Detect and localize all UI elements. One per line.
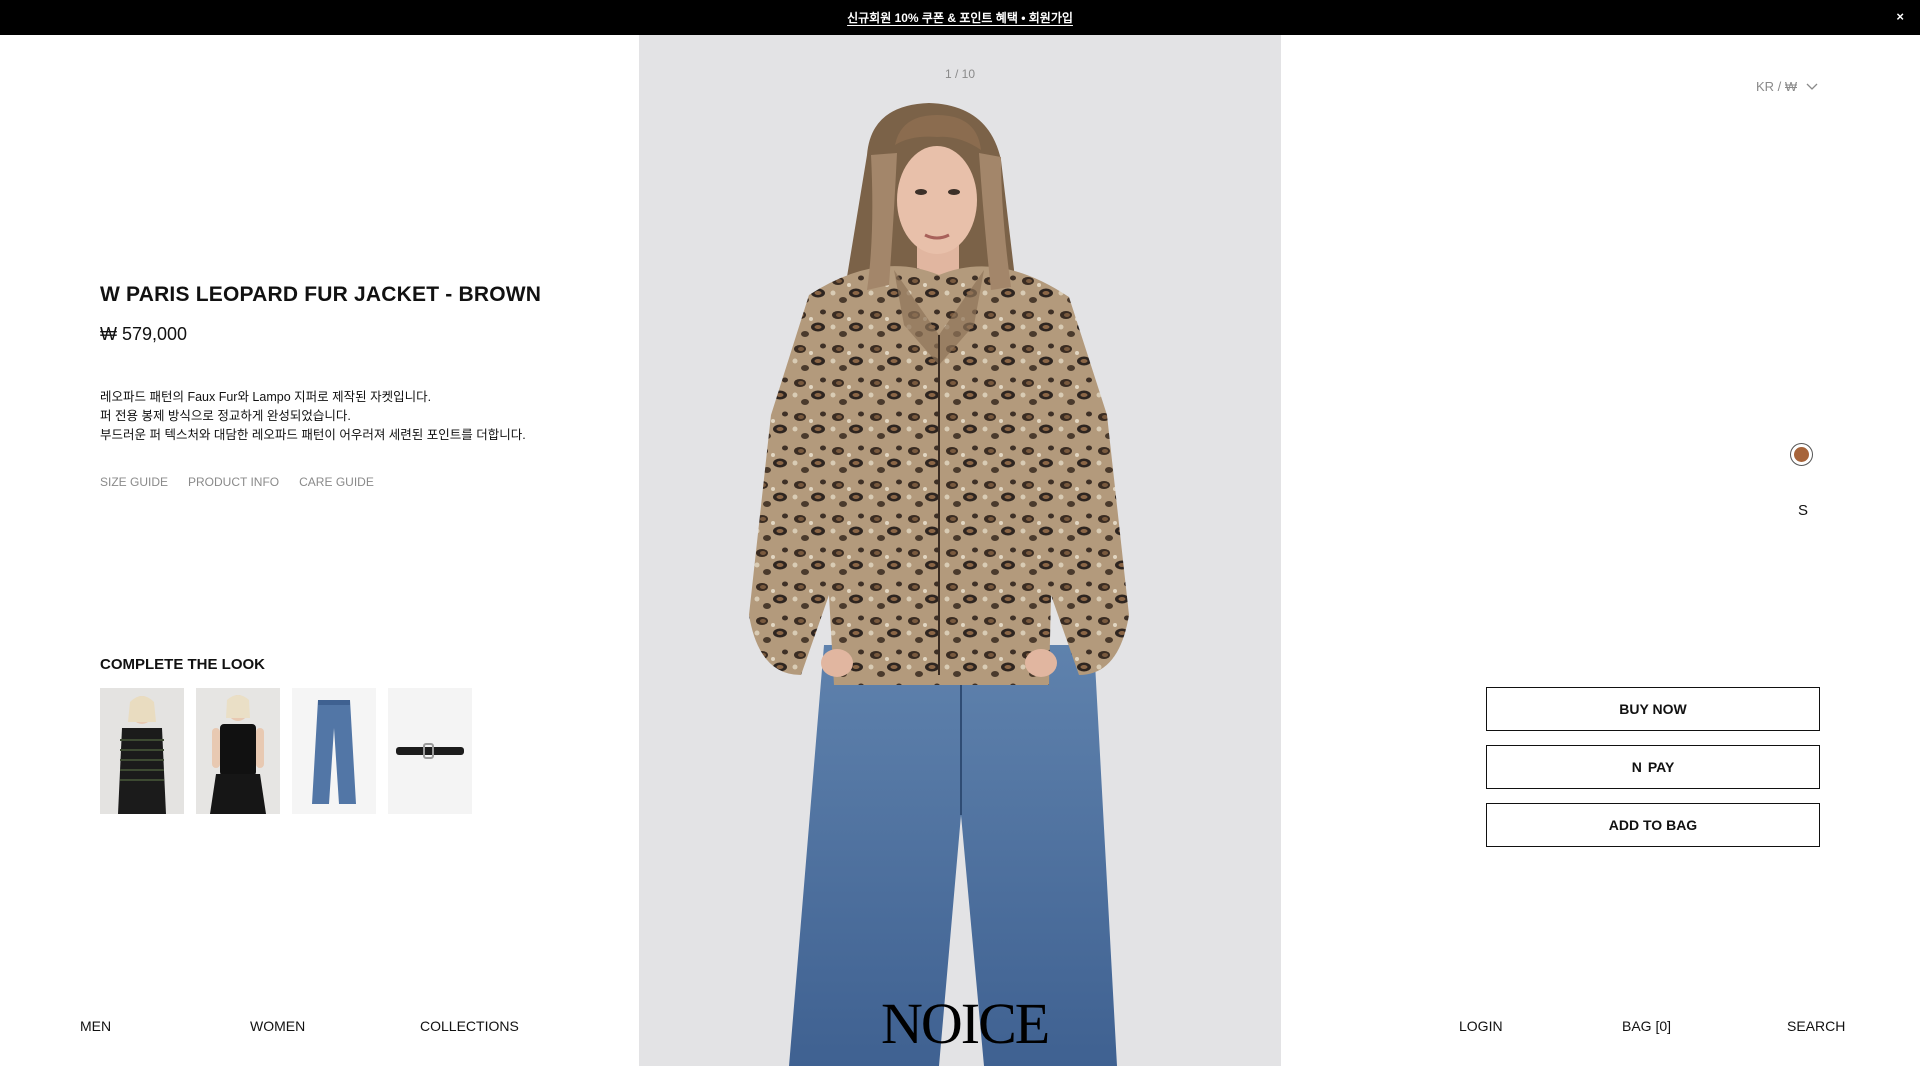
size-guide-link[interactable]: SIZE GUIDE [100,475,168,489]
announcement-bar: 신규회원 10% 쿠폰 & 포인트 혜택 • 회원가입 × [0,0,1920,35]
nav-search[interactable]: SEARCH [1787,1018,1845,1034]
product-info-links: SIZE GUIDE PRODUCT INFO CARE GUIDE [100,475,374,489]
look-item-striped-cardigan[interactable] [100,688,184,814]
care-guide-link[interactable]: CARE GUIDE [299,475,374,489]
product-image-model [749,103,1129,1066]
add-to-bag-button[interactable]: ADD TO BAG [1486,803,1820,847]
chevron-down-icon [1806,83,1818,90]
nav-men[interactable]: MEN [80,1018,111,1034]
complete-the-look-title: COMPLETE THE LOOK [100,656,265,673]
complete-the-look-list [100,688,472,814]
color-swatch-brown[interactable] [1790,443,1813,466]
close-icon[interactable]: × [1896,9,1904,24]
look-item-black-tank-top[interactable] [196,688,280,814]
description-line: 부드러운 퍼 텍스처와 대담한 레오파드 패턴이 어우러져 세련된 포인트를 더… [100,428,526,442]
npay-button[interactable]: N PAY [1486,745,1820,789]
product-title: W PARIS LEOPARD FUR JACKET - BROWN [100,283,542,306]
brand-logo[interactable]: NOICE [881,995,1050,1053]
announcement-link[interactable]: 신규회원 10% 쿠폰 & 포인트 혜택 • 회원가입 [847,9,1073,26]
region-currency-selector[interactable]: KR / ₩ [1756,79,1818,94]
product-price: ₩ 579,000 [100,324,188,344]
nav-bag[interactable]: BAG [0] [1622,1018,1671,1034]
product-image-gallery[interactable]: 1 / 10 [639,35,1281,1066]
description-line: 퍼 전용 봉제 방식으로 정교하게 완성되었습니다. [100,409,351,423]
look-item-denim-jeans[interactable] [292,688,376,814]
npay-logo-icon: N [1631,759,1642,775]
product-description: 레오파드 패턴의 Faux Fur와 Lampo 지퍼로 제작된 자켓입니다. … [100,388,560,445]
npay-label: PAY [1647,759,1675,775]
image-counter: 1 / 10 [944,67,976,81]
look-item-black-belt[interactable] [388,688,472,814]
description-line: 레오파드 패턴의 Faux Fur와 Lampo 지퍼로 제작된 자켓입니다. [100,390,432,404]
product-info-link[interactable]: PRODUCT INFO [188,475,279,489]
color-swatch-dot [1794,447,1809,462]
nav-collections[interactable]: COLLECTIONS [420,1018,519,1034]
nav-login[interactable]: LOGIN [1459,1018,1503,1034]
region-label: KR / ₩ [1756,79,1798,94]
nav-women[interactable]: WOMEN [250,1018,305,1034]
buy-now-button[interactable]: BUY NOW [1486,687,1820,731]
size-option[interactable]: S [1798,502,1808,519]
